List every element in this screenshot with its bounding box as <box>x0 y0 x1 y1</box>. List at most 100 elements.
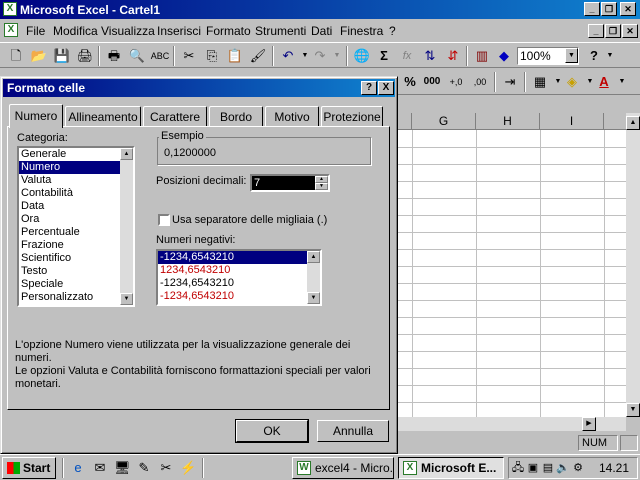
scroll-up-icon[interactable]: ▲ <box>626 116 640 130</box>
tool-icon[interactable]: ✂ <box>158 460 174 476</box>
menu-help[interactable]: ? <box>389 24 396 38</box>
task-excel4[interactable]: W excel4 - Micro... <box>292 457 394 479</box>
negative-format-item[interactable]: 1234,6543210 <box>158 264 320 277</box>
tab-carattere[interactable]: Carattere <box>143 106 207 126</box>
negative-numbers-list[interactable]: -1234,6543210 1234,6543210 -1234,6543210… <box>156 249 322 306</box>
excel-app-icon[interactable]: X <box>3 2 17 16</box>
menu-file[interactable]: File <box>26 24 45 38</box>
autosum-icon[interactable]: Σ <box>374 46 394 66</box>
menu-dati[interactable]: Dati <box>311 24 332 38</box>
dialog-title-bar[interactable]: Formato celle ? X <box>3 79 395 97</box>
start-button[interactable]: Start <box>2 457 56 479</box>
redo-dropdown-icon[interactable]: ▼ <box>327 46 347 66</box>
tab-protezione[interactable]: Protezione <box>321 106 383 126</box>
decimals-spin-buttons[interactable]: ▲ ▼ <box>315 176 328 190</box>
monitor-icon[interactable]: ▤ <box>541 461 555 475</box>
thousands-separator-checkbox[interactable] <box>158 214 170 226</box>
menu-formato[interactable]: Formato <box>206 24 251 38</box>
fill-color-icon[interactable]: ◈ <box>562 72 582 92</box>
dialog-close-button[interactable]: X <box>378 81 394 95</box>
minimize-icon[interactable]: _ <box>584 2 600 16</box>
worksheet-grid[interactable]: G H I <box>398 113 626 417</box>
more-buttons-icon[interactable]: ▼ <box>600 46 620 66</box>
column-header-g[interactable]: G <box>412 113 476 130</box>
tab-bordo[interactable]: Bordo <box>209 106 263 126</box>
indent-icon[interactable]: ⇥ <box>500 72 520 92</box>
function-icon[interactable]: fx <box>397 46 417 66</box>
category-item[interactable]: Numero <box>19 161 133 174</box>
category-item[interactable]: Generale <box>19 148 133 161</box>
doc-minimize-icon[interactable]: _ <box>588 24 604 38</box>
category-item[interactable]: Frazione <box>19 239 133 252</box>
sort-ascending-icon[interactable]: ⇅ <box>420 46 440 66</box>
negatives-scrollbar[interactable]: ▲ ▼ <box>307 251 320 304</box>
menu-strumenti[interactable]: Strumenti <box>255 24 306 38</box>
negative-format-item[interactable]: -1234,6543210 <box>158 251 320 264</box>
scheduler-icon[interactable]: ▣ <box>526 461 540 475</box>
cancel-button[interactable]: Annulla <box>317 420 389 442</box>
spelling-icon[interactable]: ABC <box>150 46 170 66</box>
percent-style-button[interactable]: % <box>400 72 420 92</box>
menu-inserisci[interactable]: Inserisci <box>157 24 201 38</box>
chart-wizard-icon[interactable]: ▥ <box>472 46 492 66</box>
hyperlink-icon[interactable]: 🌐 <box>352 46 372 66</box>
thousands-separator-label[interactable]: Usa separatore delle migliaia (.) <box>172 214 327 226</box>
map-icon[interactable]: ◆ <box>494 46 514 66</box>
zoom-dropdown-icon[interactable]: ▼ <box>565 48 578 63</box>
network-icon[interactable]: 🖧 <box>511 461 525 475</box>
print-icon[interactable]: 🖨 <box>75 46 95 66</box>
column-header-next[interactable] <box>604 113 626 130</box>
preview-icon[interactable]: 🔍 <box>127 46 147 66</box>
spin-down-icon[interactable]: ▼ <box>315 183 328 190</box>
tray-app-icon[interactable]: ⚙ <box>571 461 585 475</box>
category-item[interactable]: Data <box>19 200 133 213</box>
doc-close-icon[interactable]: ✕ <box>622 24 638 38</box>
horizontal-scrollbar[interactable]: ▶ <box>398 417 626 431</box>
save-icon[interactable]: 💾 <box>52 46 72 66</box>
scroll-down-icon[interactable]: ▼ <box>120 293 133 305</box>
sort-descending-icon[interactable]: ⇵ <box>443 46 463 66</box>
decimals-value[interactable]: 7 <box>252 176 316 190</box>
scroll-down-icon[interactable]: ▼ <box>626 403 640 417</box>
tab-allineamento[interactable]: Allineamento <box>65 106 141 126</box>
menu-modifica[interactable]: Modifica <box>53 24 98 38</box>
copy-icon[interactable]: ⎘ <box>202 46 222 66</box>
thousands-style-button[interactable]: 000 <box>422 72 442 92</box>
restore-icon[interactable]: ❐ <box>601 2 617 16</box>
paste-icon[interactable]: 📋 <box>225 46 245 66</box>
workbook-icon[interactable]: X <box>4 23 18 37</box>
desktop-icon[interactable]: 🖥 <box>114 460 131 476</box>
scroll-down-icon[interactable]: ▼ <box>307 292 320 304</box>
column-header-i[interactable]: I <box>540 113 604 130</box>
window-title-bar[interactable]: X Microsoft Excel - Cartel1 _ ❐ ✕ <box>0 0 640 19</box>
channels-icon[interactable]: ✎ <box>136 460 152 476</box>
app-shortcut-icon[interactable]: ⚡ <box>180 460 196 476</box>
decimals-spinner[interactable]: 7 ▲ ▼ <box>250 174 330 192</box>
spin-up-icon[interactable]: ▲ <box>315 176 328 183</box>
dialog-help-button[interactable]: ? <box>361 81 377 95</box>
ok-button[interactable]: OK <box>235 419 309 443</box>
print-preview-icon[interactable]: 🖶 <box>104 46 124 66</box>
font-color-icon[interactable]: A <box>594 72 614 92</box>
negative-format-item[interactable]: -1234,6543210 <box>158 290 320 303</box>
formula-bar[interactable] <box>398 95 640 115</box>
speaker-icon[interactable]: 🔈 <box>556 461 570 475</box>
tab-numero[interactable]: Numero <box>9 104 63 128</box>
scroll-right-icon[interactable]: ▶ <box>582 417 596 431</box>
doc-restore-icon[interactable]: ❐ <box>605 24 621 38</box>
internet-explorer-icon[interactable]: e <box>70 460 86 476</box>
negative-format-item[interactable]: -1234,6543210 <box>158 277 320 290</box>
format-painter-icon[interactable]: 🖌 <box>248 46 268 66</box>
borders-icon[interactable]: ▦ <box>530 72 550 92</box>
decrease-decimal-button[interactable]: ,00 <box>470 72 490 92</box>
scroll-up-icon[interactable]: ▲ <box>307 251 320 263</box>
menu-visualizza[interactable]: Visualizza <box>101 24 155 38</box>
category-item[interactable]: Scientifico <box>19 252 133 265</box>
category-item[interactable]: Personalizzato <box>19 291 133 304</box>
category-item[interactable]: Testo <box>19 265 133 278</box>
column-header-stub[interactable] <box>398 113 412 130</box>
menu-finestra[interactable]: Finestra <box>340 24 383 38</box>
category-item[interactable]: Contabilità <box>19 187 133 200</box>
outlook-icon[interactable]: ✉ <box>92 460 108 476</box>
category-item[interactable]: Speciale <box>19 278 133 291</box>
